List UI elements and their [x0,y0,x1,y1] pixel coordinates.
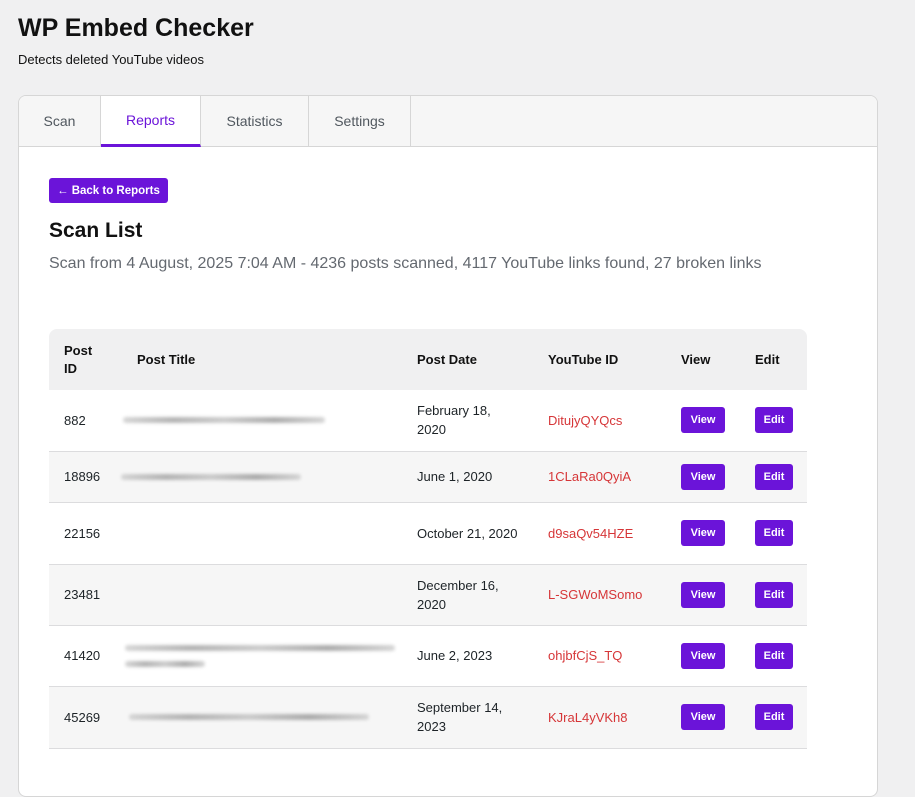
edit-button[interactable]: Edit [755,407,793,434]
edit-button[interactable]: Edit [755,642,793,669]
table-row: 41420 June 2, 2023 ohjbfCjS_TQ View Edit [49,625,807,687]
redacted-title [129,714,369,720]
post-title-cell [122,390,402,452]
post-id-cell: 882 [49,390,122,452]
view-button[interactable]: View [681,463,725,490]
youtube-id-cell: KJraL4yVKh8 [533,686,666,749]
column-header-youtube-id: YouTube ID [533,329,666,390]
column-header-post-date: Post Date [402,329,533,390]
scan-table: Post ID Post Title Post Date YouTube ID … [49,329,807,749]
tab-settings[interactable]: Settings [309,96,411,146]
back-to-reports-button[interactable]: ← Back to Reports [49,178,168,203]
table-row: 23481 December 16, 2020 L-SGWoMSomo View… [49,564,807,626]
post-id-cell: 41420 [49,625,122,687]
view-button[interactable]: View [681,642,725,669]
view-button[interactable]: View [681,407,725,434]
youtube-id-cell: L-SGWoMSomo [533,564,666,626]
edit-button[interactable]: Edit [755,520,793,546]
app-subtitle: Detects deleted YouTube videos [18,52,204,67]
redacted-title [125,644,395,651]
tab-reports[interactable]: Reports [101,96,201,147]
tab-bar: Scan Reports Statistics Settings [19,96,877,147]
scan-summary: Scan from 4 August, 2025 7:04 AM - 4236 … [49,255,762,272]
post-id-cell: 22156 [49,502,122,565]
redacted-title [123,417,325,424]
post-date-cell: September 14, 2023 [402,686,533,749]
edit-button[interactable]: Edit [755,463,793,490]
post-date-cell: December 16, 2020 [402,564,533,626]
post-id-cell: 18896 [49,451,122,503]
redacted-title [121,473,301,480]
youtube-id-cell: DitujyQYQcs [533,390,666,452]
main-card: Scan Reports Statistics Settings ← Back … [18,95,878,797]
view-button[interactable]: View [681,581,725,608]
table-row: 882 February 18, 2020 DitujyQYQcs View E… [49,390,807,452]
view-button[interactable]: View [681,520,725,546]
table-row: 45269 September 14, 2023 KJraL4yVKh8 Vie… [49,686,807,749]
redacted-title [125,660,205,667]
youtube-id-cell: 1CLaRa0QyiA [533,451,666,503]
post-title-cell [121,451,402,503]
column-header-post-id: Post ID [49,329,122,390]
table-header-row: Post ID Post Title Post Date YouTube ID … [49,329,807,390]
post-title-cell [122,564,402,626]
post-title-cell [122,686,402,749]
column-header-view: View [666,329,740,390]
post-title-cell [122,502,402,565]
view-button[interactable]: View [681,704,725,730]
page-title: Scan List [49,219,143,242]
table-row: 22156 October 21, 2020 d9saQv54HZE View … [49,502,807,565]
post-date-cell: October 21, 2020 [402,502,533,565]
youtube-id-cell: ohjbfCjS_TQ [533,625,666,687]
column-header-edit: Edit [740,329,807,390]
column-header-post-title: Post Title [122,329,402,390]
tab-statistics[interactable]: Statistics [201,96,309,146]
post-title-cell [122,625,402,687]
post-date-cell: June 2, 2023 [402,625,533,687]
post-id-cell: 23481 [49,564,122,626]
post-id-cell: 45269 [49,686,122,749]
post-date-cell: June 1, 2020 [402,451,533,503]
youtube-id-cell: d9saQv54HZE [533,502,666,565]
tab-scan[interactable]: Scan [19,96,101,146]
edit-button[interactable]: Edit [755,704,793,730]
table-row: 18896 June 1, 2020 1CLaRa0QyiA View Edit [49,451,807,503]
app-title: WP Embed Checker [18,14,254,42]
edit-button[interactable]: Edit [755,581,793,608]
post-date-cell: February 18, 2020 [402,390,533,452]
